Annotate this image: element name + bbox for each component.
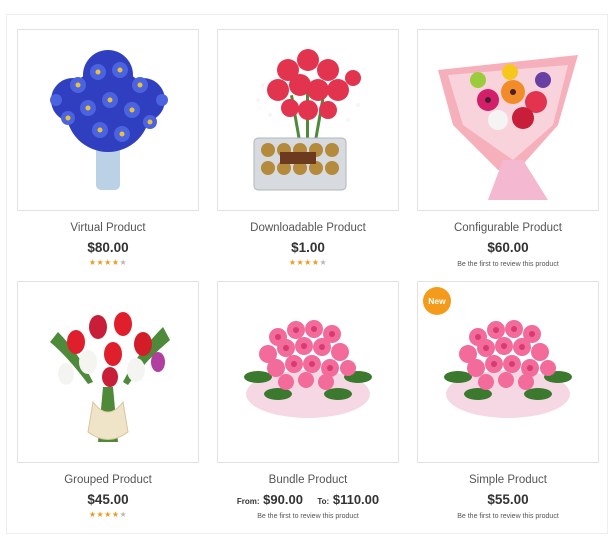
new-badge: New xyxy=(423,287,451,315)
product-price: $45.00 xyxy=(87,492,129,507)
product-image-bundle[interactable] xyxy=(217,281,399,463)
from-label: From: xyxy=(236,497,260,506)
product-image-downloadable[interactable] xyxy=(217,29,399,211)
product-price: $1.00 xyxy=(291,240,325,255)
review-link[interactable]: Be the first to review this product xyxy=(417,260,599,270)
product-name[interactable]: Configurable Product xyxy=(417,221,599,235)
star-icon: ★ xyxy=(319,258,328,267)
star-icon: ★ xyxy=(296,258,305,267)
product-price: $60.00 xyxy=(487,240,529,255)
star-icon: ★ xyxy=(311,258,320,267)
from-price: $90.00 xyxy=(263,492,303,507)
product-image-configurable[interactable] xyxy=(417,29,599,211)
product-price: $55.00 xyxy=(487,492,529,507)
product-grid: Virtual Product $80.00 ★★★★★ Downloadabl… xyxy=(6,14,608,534)
review-link[interactable]: Be the first to review this product xyxy=(417,512,599,522)
product-price: $80.00 xyxy=(87,240,129,255)
product-card-virtual[interactable]: Virtual Product $80.00 ★★★★★ xyxy=(17,29,199,268)
to-label: To: xyxy=(317,497,330,506)
product-image-simple[interactable]: New xyxy=(417,281,599,463)
star-icon: ★ xyxy=(111,510,120,519)
product-card-configurable[interactable]: Configurable Product $60.00 Be the first… xyxy=(417,29,599,270)
star-icon: ★ xyxy=(96,258,105,267)
product-name[interactable]: Downloadable Product xyxy=(217,221,399,235)
rating-stars[interactable]: ★★★★★ xyxy=(217,258,399,268)
rating-stars[interactable]: ★★★★★ xyxy=(17,258,199,268)
product-image-grouped[interactable] xyxy=(17,281,199,463)
product-image-virtual[interactable] xyxy=(17,29,199,211)
product-card-bundle[interactable]: Bundle Product From: $90.00 To: $110.00 … xyxy=(217,281,399,522)
product-name[interactable]: Grouped Product xyxy=(17,473,199,487)
price-range: From: $90.00 To: $110.00 xyxy=(217,491,399,509)
tulip-bouquet-image xyxy=(50,312,170,442)
rating-stars[interactable]: ★★★★★ xyxy=(17,510,199,520)
star-icon: ★ xyxy=(111,258,120,267)
product-card-simple[interactable]: New Simple Product $55.00 Be the first t… xyxy=(417,281,599,522)
product-name[interactable]: Virtual Product xyxy=(17,221,199,235)
star-icon: ★ xyxy=(304,258,312,267)
product-name[interactable]: Bundle Product xyxy=(217,473,399,487)
star-icon: ★ xyxy=(119,510,128,519)
product-card-grouped[interactable]: Grouped Product $45.00 ★★★★★ xyxy=(17,281,199,520)
carnations-with-chocolates-image xyxy=(253,49,361,191)
mixed-flower-bouquet-image xyxy=(438,55,578,200)
product-name[interactable]: Simple Product xyxy=(417,473,599,487)
star-icon: ★ xyxy=(104,258,112,267)
to-price: $110.00 xyxy=(332,492,380,507)
star-icon: ★ xyxy=(104,510,112,519)
blue-daisy-bouquet-image xyxy=(50,50,168,190)
star-icon: ★ xyxy=(119,258,128,267)
star-icon: ★ xyxy=(96,510,105,519)
product-card-downloadable[interactable]: Downloadable Product $1.00 ★★★★★ xyxy=(217,29,399,268)
pink-roses-image xyxy=(244,320,372,418)
review-link[interactable]: Be the first to review this product xyxy=(217,512,399,522)
